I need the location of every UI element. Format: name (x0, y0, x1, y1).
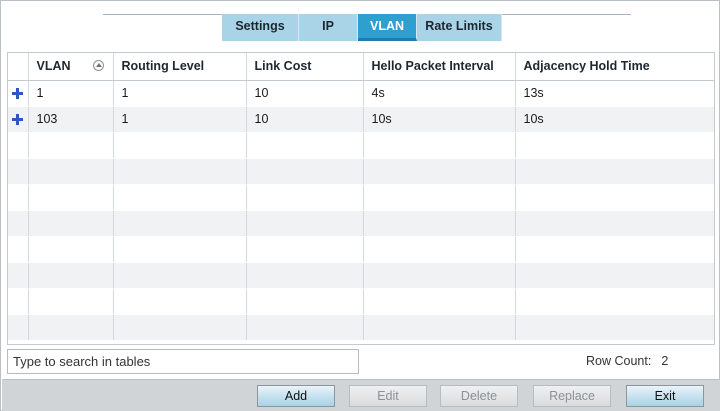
cell-vlan: 1 (28, 80, 114, 107)
column-header-link-cost[interactable]: Link Cost (246, 53, 364, 81)
tab-bar: Settings IP VLAN Rate Limits (222, 14, 502, 41)
cell-routing-level: 1 (113, 80, 247, 107)
action-button-bar: Add Edit Delete Replace Exit (2, 379, 720, 411)
column-header-hello-packet-interval[interactable]: Hello Packet Interval (363, 53, 516, 81)
column-header-adjacency-hold-time[interactable]: Adjacency Hold Time (515, 53, 714, 81)
row-count-value: 2 (661, 354, 669, 368)
row-count-label: Row Count: (586, 354, 652, 368)
edit-button[interactable]: Edit (349, 385, 427, 407)
cell-link-cost: 10 (246, 80, 364, 107)
empty-row (8, 262, 714, 289)
table-row[interactable]: 103 1 10 10s 10s (8, 106, 714, 133)
tab-ip[interactable]: IP (299, 14, 358, 41)
row-count: Row Count: 2 (586, 354, 668, 368)
cell-routing-level: 1 (113, 106, 247, 133)
empty-row (8, 158, 714, 185)
cell-vlan: 103 (28, 106, 114, 133)
cell-hello-packet-interval: 4s (363, 80, 516, 107)
column-header-routing-level[interactable]: Routing Level (113, 53, 247, 81)
empty-row (8, 314, 714, 341)
column-header-label: VLAN (36, 59, 71, 74)
vlan-table: VLAN Routing Level Link Cost Hello Packe… (7, 52, 715, 345)
column-header-vlan[interactable]: VLAN (28, 53, 114, 81)
tab-vlan[interactable]: VLAN (358, 14, 417, 41)
exit-button[interactable]: Exit (626, 385, 704, 407)
tab-rate-limits[interactable]: Rate Limits (417, 14, 502, 41)
empty-row (8, 184, 714, 211)
delete-button[interactable]: Delete (440, 385, 518, 407)
table-header-row: VLAN Routing Level Link Cost Hello Packe… (8, 53, 714, 81)
add-button[interactable]: Add (257, 385, 335, 407)
sort-ascending-icon[interactable] (92, 60, 104, 72)
cell-hello-packet-interval: 10s (363, 106, 516, 133)
row-expander[interactable] (8, 80, 29, 107)
table-row[interactable]: 1 1 10 4s 13s (8, 80, 714, 107)
cell-link-cost: 10 (246, 106, 364, 133)
plus-icon[interactable] (12, 88, 24, 100)
replace-button[interactable]: Replace (533, 385, 611, 407)
empty-row (8, 132, 714, 159)
row-expander[interactable] (8, 106, 29, 133)
empty-row (8, 288, 714, 315)
cell-adjacency-hold-time: 13s (515, 80, 714, 107)
cell-adjacency-hold-time: 10s (515, 106, 714, 133)
tab-settings[interactable]: Settings (222, 14, 299, 41)
wizard-frame: Settings IP VLAN Rate Limits VLAN Routin… (0, 0, 720, 411)
empty-row (8, 236, 714, 263)
expander-header (8, 53, 29, 81)
table-search-input[interactable] (7, 349, 359, 374)
empty-row (8, 210, 714, 237)
plus-icon[interactable] (12, 114, 24, 126)
